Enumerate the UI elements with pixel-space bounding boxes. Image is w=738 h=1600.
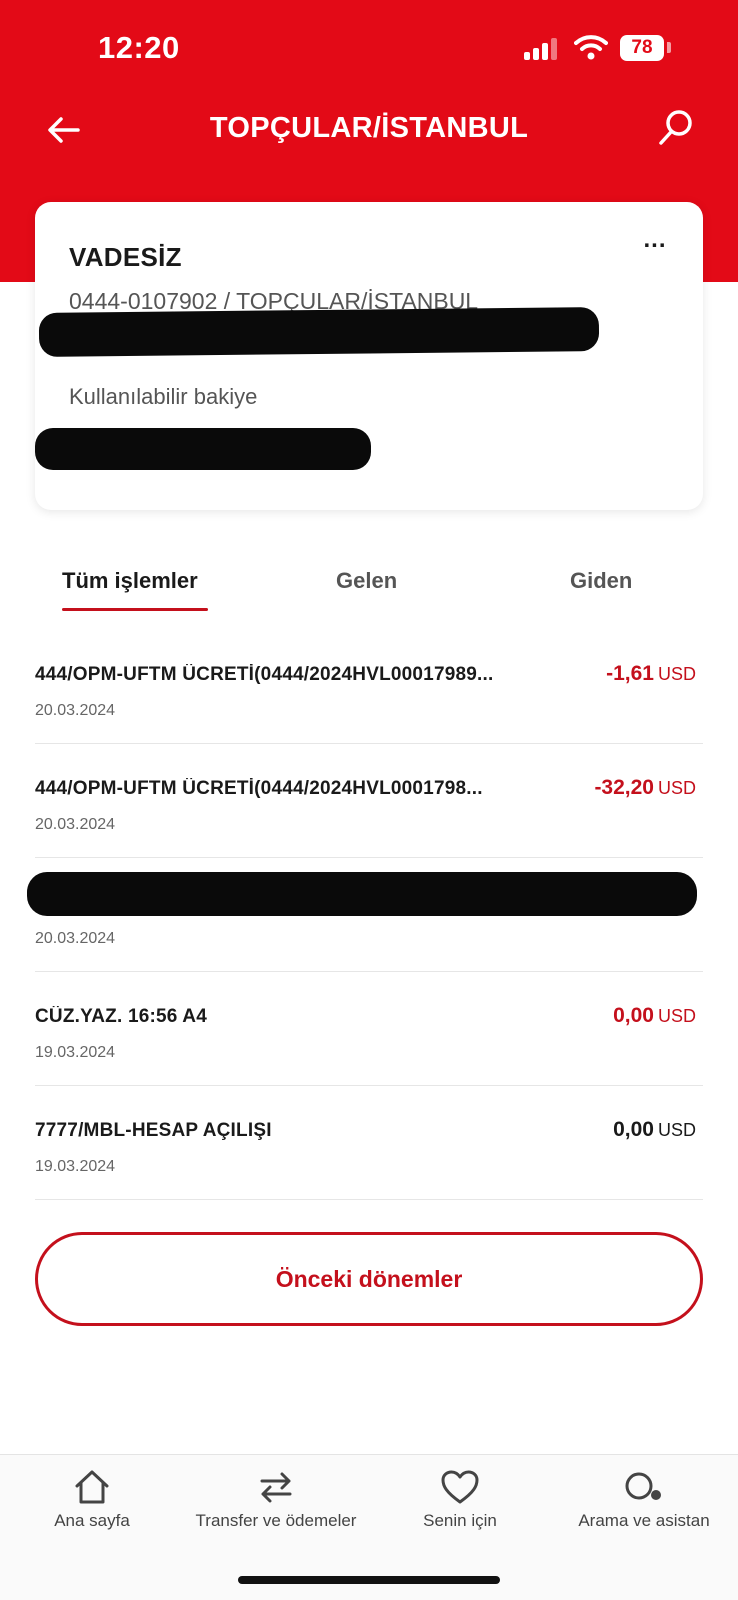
previous-periods-button[interactable]: Önceki dönemler xyxy=(35,1232,703,1326)
amount-value: -1,61 xyxy=(606,662,654,685)
nav-item-search-assistant[interactable]: Arama ve asistan xyxy=(552,1463,736,1531)
nav-item-home[interactable]: Ana sayfa xyxy=(0,1463,184,1531)
tab-incoming[interactable]: Gelen xyxy=(336,568,397,594)
account-type: VADESİZ xyxy=(69,242,182,272)
redacted-balance xyxy=(35,428,371,470)
nav-label-for-you: Senin için xyxy=(423,1511,497,1530)
transaction-row[interactable]: 44 20.03.2024 xyxy=(27,858,703,972)
nav-label-transfers: Transfer ve ödemeler xyxy=(195,1511,357,1530)
nav-item-transfers[interactable]: Transfer ve ödemeler xyxy=(184,1463,368,1531)
amount-currency: USD xyxy=(657,664,696,684)
more-options-button[interactable]: ... xyxy=(635,228,675,260)
amount-value: -32,20 xyxy=(594,776,654,799)
back-button[interactable] xyxy=(40,106,88,154)
account-card[interactable]: VADESİZ ... 0444-0107902 / TOPÇULAR/İSTA… xyxy=(35,202,703,510)
home-icon xyxy=(75,1470,109,1504)
search-button[interactable] xyxy=(652,104,700,152)
amount-value: 0,00 xyxy=(613,1004,654,1027)
status-time: 12:20 xyxy=(98,30,180,65)
status-bar: 12:20 78 xyxy=(0,0,738,96)
transaction-row[interactable]: 444/OPM-UFTM ÜCRETİ(0444/2024HVL0001798.… xyxy=(35,744,703,858)
amount-currency: USD xyxy=(657,778,696,798)
transaction-description: 444/OPM-UFTM ÜCRETİ(0444/2024HVL0001798.… xyxy=(35,778,483,799)
transaction-row[interactable]: 444/OPM-UFTM ÜCRETİ(0444/2024HVL00017989… xyxy=(35,630,703,744)
transaction-date: 20.03.2024 xyxy=(35,702,116,719)
balance-label: Kullanılabilir bakiye xyxy=(69,384,258,409)
transaction-description: CÜZ.YAZ. 16:56 A4 xyxy=(35,1006,207,1027)
transaction-list: 444/OPM-UFTM ÜCRETİ(0444/2024HVL00017989… xyxy=(27,630,703,1200)
battery-icon: 78 xyxy=(620,35,664,61)
transfer-icon xyxy=(260,1472,292,1503)
amount-currency: USD xyxy=(657,1120,696,1140)
transaction-description: 444/OPM-UFTM ÜCRETİ(0444/2024HVL00017989… xyxy=(35,664,494,685)
battery-tip xyxy=(667,42,671,53)
cellular-signal-icon xyxy=(524,38,560,60)
navigation-bar: TOPÇULAR/İSTANBUL xyxy=(0,96,738,164)
tab-outgoing[interactable]: Giden xyxy=(570,568,632,594)
transaction-amount: 0,00 USD xyxy=(613,1118,696,1142)
transaction-date: 19.03.2024 xyxy=(35,1044,116,1061)
amount-currency: USD xyxy=(657,1006,696,1026)
transaction-date: 20.03.2024 xyxy=(35,816,116,833)
wifi-icon xyxy=(574,35,608,60)
transaction-row[interactable]: 7777/MBL-HESAP AÇILIŞI 19.03.2024 0,00 US… xyxy=(35,1086,703,1200)
page-title: TOPÇULAR/İSTANBUL xyxy=(209,112,529,144)
transaction-tabs: Tüm işlemler Gelen Giden xyxy=(0,556,738,616)
nav-label-home: Ana sayfa xyxy=(54,1511,130,1530)
transaction-description: 7777/MBL-HESAP AÇILIŞI xyxy=(35,1120,272,1141)
transaction-amount: 0,00 USD xyxy=(613,1004,696,1028)
transaction-row[interactable]: CÜZ.YAZ. 16:56 A4 19.03.2024 0,00 USD xyxy=(35,972,703,1086)
home-indicator xyxy=(238,1576,500,1584)
transaction-date: 19.03.2024 xyxy=(35,1158,116,1175)
tab-all-transactions[interactable]: Tüm işlemler xyxy=(62,568,198,594)
assistant-icon xyxy=(625,1472,661,1500)
back-arrow-icon xyxy=(48,117,80,143)
transaction-amount: -32,20 USD xyxy=(594,776,696,800)
nav-item-for-you[interactable]: Senin için xyxy=(368,1463,552,1531)
search-icon xyxy=(659,110,692,145)
transaction-amount: -1,61 USD xyxy=(606,662,696,686)
amount-value: 0,00 xyxy=(613,1118,654,1141)
transaction-date: 20.03.2024 xyxy=(35,930,116,947)
heart-icon xyxy=(441,1470,479,1504)
redacted-transaction xyxy=(27,872,697,916)
redacted-iban xyxy=(38,307,600,357)
active-tab-indicator xyxy=(62,608,208,611)
nav-label-search-assistant: Arama ve asistan xyxy=(578,1511,710,1530)
